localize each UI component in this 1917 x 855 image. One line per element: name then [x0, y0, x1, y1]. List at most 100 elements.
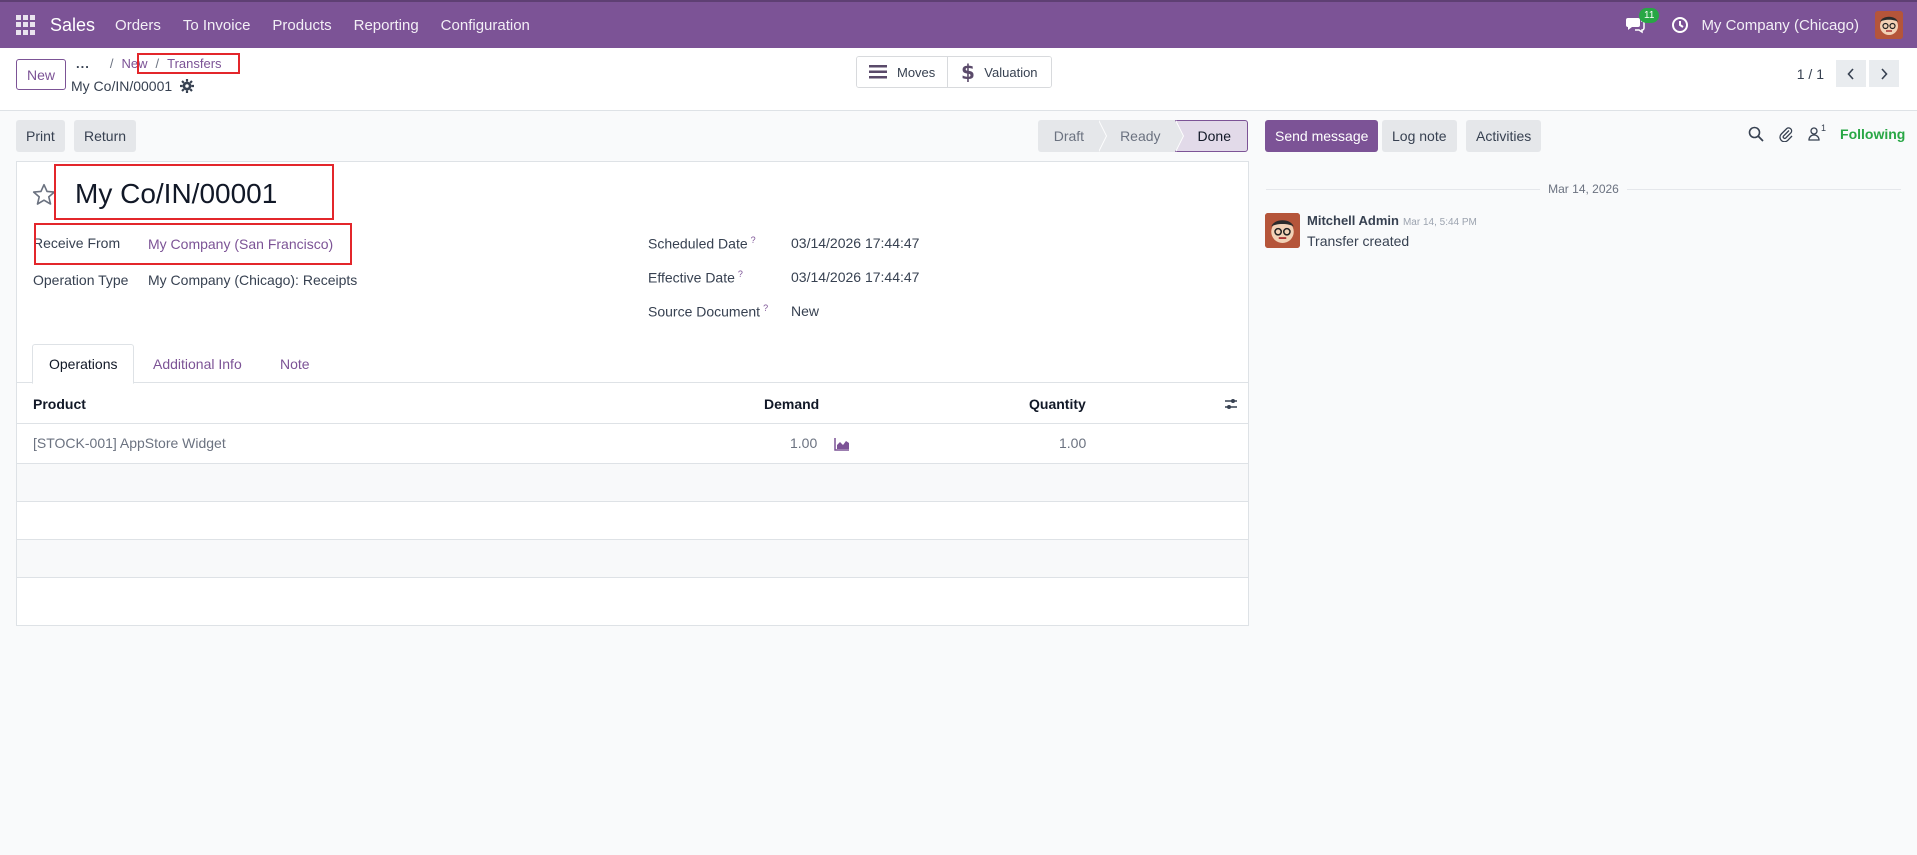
row-demand[interactable]: 1.00 [790, 435, 817, 451]
table-row-empty [17, 464, 1248, 502]
chat-count-badge: 11 [1639, 8, 1660, 23]
form-statusbar: Print Return Draft Ready Done [16, 120, 1248, 152]
message-author: Mitchell Admin Mar 14, 5:44 PM [1307, 213, 1477, 228]
message-time: Mar 14, 5:44 PM [1402, 217, 1477, 228]
valuation-button[interactable]: $ Valuation [947, 57, 1052, 87]
help-icon[interactable]: ? [738, 269, 743, 279]
breadcrumb: ... / New / Transfers [76, 56, 222, 71]
paperclip-icon[interactable] [1778, 126, 1794, 142]
nav-orders[interactable]: Orders [115, 17, 161, 34]
top-navbar: Sales Orders To Invoice Products Reporti… [0, 0, 1917, 48]
chevron-right-icon [1881, 67, 1888, 80]
chatter-topbar-icons: 1 Following [1748, 123, 1905, 142]
user-avatar[interactable] [1875, 11, 1903, 39]
operations-table-header: Product Demand Quantity [17, 384, 1248, 424]
record-name-text: My Co/IN/00001 [71, 78, 173, 94]
table-row-empty [17, 540, 1248, 578]
print-button[interactable]: Print [16, 120, 65, 152]
dollar-icon: $ [961, 62, 974, 82]
svg-text:$: $ [961, 62, 974, 82]
search-icon[interactable] [1748, 126, 1764, 142]
nav-reporting[interactable]: Reporting [354, 17, 419, 34]
effective-date-value[interactable]: 03/14/2026 17:44:47 [791, 269, 919, 285]
forecast-chart-icon[interactable] [834, 437, 850, 451]
gear-icon[interactable] [180, 79, 195, 93]
nav-configuration[interactable]: Configuration [441, 17, 530, 34]
activity-clock-icon[interactable] [1671, 16, 1689, 34]
pager-next-button[interactable] [1869, 60, 1899, 87]
message-author-name[interactable]: Mitchell Admin [1307, 213, 1399, 228]
message-body: Transfer created [1307, 233, 1410, 249]
stage-done-label: Done [1197, 128, 1231, 144]
tab-additional-info[interactable]: Additional Info [153, 344, 242, 384]
activities-button[interactable]: Activities [1466, 120, 1542, 152]
pager-previous-button[interactable] [1836, 60, 1866, 87]
tab-operations[interactable]: Operations [32, 344, 135, 384]
valuation-label: Valuation [984, 64, 1038, 80]
status-stages: Draft Ready Done [1037, 120, 1248, 152]
notebook-tabs: Operations Additional Info Note [17, 344, 1248, 384]
effective-date-label: Effective Date? [648, 269, 743, 286]
breadcrumb-transfers[interactable]: Transfers [167, 56, 221, 71]
row-quantity[interactable]: 1.00 [1059, 435, 1086, 451]
column-settings-icon[interactable] [1224, 397, 1238, 411]
stage-done[interactable]: Done [1174, 120, 1248, 152]
tab-note[interactable]: Note [280, 344, 310, 384]
source-document-value[interactable]: New [791, 303, 819, 319]
table-row-empty [17, 502, 1248, 540]
log-note-button[interactable]: Log note [1382, 120, 1457, 152]
followers-count: 1 [1821, 123, 1827, 133]
smart-buttons: Moves $ Valuation [856, 56, 1053, 88]
bars-icon [869, 65, 887, 79]
source-document-label-text: Source Document [648, 303, 761, 320]
moves-label: Moves [897, 64, 936, 80]
row-product[interactable]: [STOCK-001] AppStore Widget [33, 435, 226, 451]
scheduled-date-value[interactable]: 03/14/2026 17:44:47 [791, 235, 919, 251]
user-icon [1808, 127, 1820, 141]
source-document-label: Source Document? [648, 303, 768, 320]
navbar-systray: 11 My Company (Chicago) [1625, 2, 1917, 48]
nav-products[interactable]: Products [272, 17, 331, 34]
column-demand[interactable]: Demand [764, 396, 819, 412]
date-separator-label: Mar 14, 2026 [1548, 182, 1619, 196]
pager: 1 / 1 [1797, 60, 1899, 87]
nav-to-invoice[interactable]: To Invoice [183, 17, 251, 34]
receive-from-value[interactable]: My Company (San Francisco) [148, 236, 333, 252]
company-switcher[interactable]: My Company (Chicago) [1701, 17, 1859, 34]
record-name: My Co/IN/00001 [71, 78, 195, 94]
scheduled-date-label-text: Scheduled Date [648, 235, 748, 252]
stage-draft-label: Draft [1053, 128, 1085, 144]
chevron-left-icon [1847, 67, 1854, 80]
table-row[interactable]: [STOCK-001] AppStore Widget 1.00 1.00 [17, 425, 1248, 464]
column-product[interactable]: Product [33, 396, 86, 412]
stage-ready-label: Ready [1120, 128, 1161, 144]
moves-button[interactable]: Moves [857, 57, 948, 87]
avatar[interactable] [1265, 213, 1300, 248]
breadcrumb-separator: / [109, 56, 114, 71]
column-quantity[interactable]: Quantity [1029, 396, 1086, 412]
stage-draft[interactable]: Draft [1037, 120, 1108, 152]
send-message-button[interactable]: Send message [1265, 120, 1379, 152]
breadcrumb-more[interactable]: ... [76, 56, 90, 71]
followers-button[interactable]: 1 [1808, 123, 1826, 141]
effective-date-label-text: Effective Date [648, 269, 735, 286]
record-title[interactable]: My Co/IN/00001 [75, 178, 277, 210]
help-icon[interactable]: ? [763, 303, 768, 313]
operation-type-value[interactable]: My Company (Chicago): Receipts [148, 272, 357, 288]
new-button[interactable]: New [16, 59, 66, 90]
following-toggle[interactable]: Following [1840, 126, 1905, 142]
star-icon[interactable] [31, 182, 57, 208]
help-icon[interactable]: ? [751, 235, 756, 245]
app-name[interactable]: Sales [50, 15, 95, 36]
breadcrumb-new[interactable]: New [121, 56, 147, 71]
control-panel: New ... / New / Transfers My Co/IN/00001… [0, 48, 1917, 111]
receive-from-label: Receive From [33, 235, 121, 251]
app-menu-icon[interactable] [16, 15, 36, 35]
pager-value[interactable]: 1 / 1 [1797, 66, 1824, 82]
scheduled-date-label: Scheduled Date? [648, 235, 756, 252]
form-sheet: My Co/IN/00001 Receive From My Company (… [16, 161, 1249, 626]
stage-ready[interactable]: Ready [1098, 120, 1184, 152]
messaging-button[interactable]: 11 [1625, 8, 1660, 36]
breadcrumb-separator: / [155, 56, 160, 71]
return-button[interactable]: Return [74, 120, 137, 152]
